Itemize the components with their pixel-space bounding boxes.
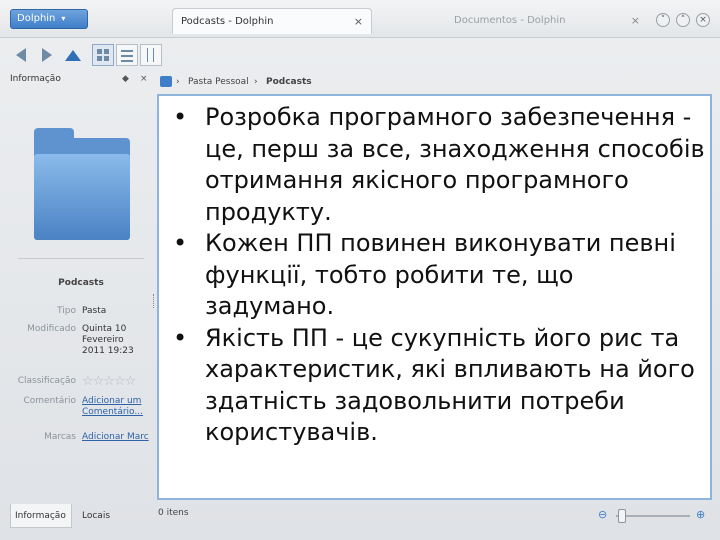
property-value-modificado: Quinta 10 Fevereiro 2011 19:23 bbox=[82, 324, 134, 356]
breadcrumb-separator: › bbox=[254, 77, 258, 87]
breadcrumb: › Pasta Pessoal › Podcasts bbox=[158, 72, 718, 92]
window-close-icon[interactable]: × bbox=[696, 13, 710, 27]
back-arrow-icon bbox=[16, 48, 26, 62]
bullet-icon: • bbox=[173, 229, 188, 257]
dolphin-menu-label: Dolphin bbox=[17, 13, 56, 24]
zoom-handle[interactable] bbox=[617, 509, 626, 523]
panel-splitter-handle[interactable] bbox=[153, 294, 156, 308]
property-value-tipo: Pasta bbox=[82, 306, 107, 316]
list-item-text: Якість ПП - це сукупність його рис та ха… bbox=[205, 323, 695, 447]
maximize-icon[interactable]: ˄ bbox=[676, 13, 690, 27]
add-comment-link[interactable]: Adicionar um Comentário... bbox=[82, 396, 148, 418]
list-item-text: Кожен ПП повинен виконувати певні функці… bbox=[205, 229, 676, 320]
float-panel-icon[interactable]: ◆ bbox=[122, 74, 129, 84]
home-folder-icon[interactable] bbox=[160, 76, 172, 87]
columns-view-icon bbox=[147, 48, 148, 62]
breadcrumb-separator: › bbox=[176, 77, 180, 87]
close-panel-icon[interactable]: × bbox=[140, 74, 148, 84]
info-panel-title: Informação bbox=[10, 74, 61, 84]
up-button[interactable] bbox=[62, 44, 84, 66]
dolphin-window: Dolphin ▾ Podcasts - Dolphin × Documentos… bbox=[0, 0, 720, 540]
folder-icon bbox=[34, 128, 130, 240]
back-button[interactable] bbox=[10, 44, 32, 66]
zoom-in-icon[interactable]: ⊕ bbox=[696, 508, 705, 521]
breadcrumb-item-podcasts[interactable]: Podcasts bbox=[266, 72, 312, 92]
list-item: • Розробка програмного забезпечення - це,… bbox=[167, 102, 707, 228]
add-tag-link[interactable]: Adicionar Marc bbox=[82, 432, 149, 443]
status-item-count: 0 itens bbox=[158, 508, 189, 518]
tab-locais[interactable]: Locais bbox=[78, 504, 118, 528]
property-label-classificacao: Classificação bbox=[17, 376, 76, 386]
tab-documentos[interactable]: Documentos - Dolphin × bbox=[446, 8, 656, 34]
zoom-track[interactable] bbox=[616, 515, 690, 517]
info-item-name: Podcasts bbox=[58, 278, 104, 288]
divider bbox=[18, 258, 144, 259]
toolbar bbox=[0, 38, 720, 70]
list-item: • Кожен ПП повинен виконувати певні функц… bbox=[167, 228, 707, 323]
info-panel-header: Informação ◆ × bbox=[10, 74, 152, 90]
forward-arrow-icon bbox=[42, 48, 52, 62]
breadcrumb-item-home[interactable]: Pasta Pessoal bbox=[188, 72, 249, 92]
list-item: • Якість ПП - це сукупність його рис та х… bbox=[167, 323, 707, 449]
rating-stars[interactable]: ☆☆☆☆☆ bbox=[82, 374, 136, 389]
dolphin-menu-button[interactable]: Dolphin ▾ bbox=[10, 9, 88, 29]
bullet-list: • Розробка програмного забезпечення - це,… bbox=[167, 102, 707, 449]
zoom-slider[interactable]: ⊖ ⊕ bbox=[596, 508, 714, 524]
property-label-tipo: Tipo bbox=[57, 306, 76, 316]
tab-informacao[interactable]: Informação bbox=[10, 504, 72, 528]
icons-view-button[interactable] bbox=[92, 44, 114, 66]
columns-view-button[interactable] bbox=[140, 44, 162, 66]
tab-podcasts[interactable]: Podcasts - Dolphin × bbox=[172, 8, 372, 34]
up-arrow-icon bbox=[65, 49, 81, 61]
list-item-text: Розробка програмного забезпечення - це, … bbox=[205, 103, 705, 226]
property-label-comentario: Comentário bbox=[23, 396, 76, 406]
details-view-icon bbox=[121, 50, 133, 52]
icons-view-icon bbox=[97, 49, 102, 54]
zoom-out-icon[interactable]: ⊖ bbox=[598, 508, 607, 521]
property-label-marcas: Marcas bbox=[44, 432, 76, 442]
details-view-button[interactable] bbox=[116, 44, 138, 66]
tab-documentos-label: Documentos - Dolphin bbox=[454, 15, 566, 26]
forward-button[interactable] bbox=[36, 44, 58, 66]
property-label-modificado: Modificado bbox=[27, 324, 76, 334]
bullet-icon: • bbox=[173, 323, 188, 352]
title-bar: Dolphin ▾ Podcasts - Dolphin × Documentos… bbox=[0, 0, 720, 38]
close-icon[interactable]: × bbox=[631, 8, 640, 34]
chevron-down-icon: ▾ bbox=[61, 14, 66, 23]
minimize-icon[interactable]: ˅ bbox=[656, 13, 670, 27]
close-icon[interactable]: × bbox=[354, 9, 363, 35]
tab-podcasts-label: Podcasts - Dolphin bbox=[181, 16, 274, 27]
bullet-icon: • bbox=[173, 103, 188, 131]
file-view-area[interactable]: • Розробка програмного забезпечення - це,… bbox=[157, 94, 712, 500]
